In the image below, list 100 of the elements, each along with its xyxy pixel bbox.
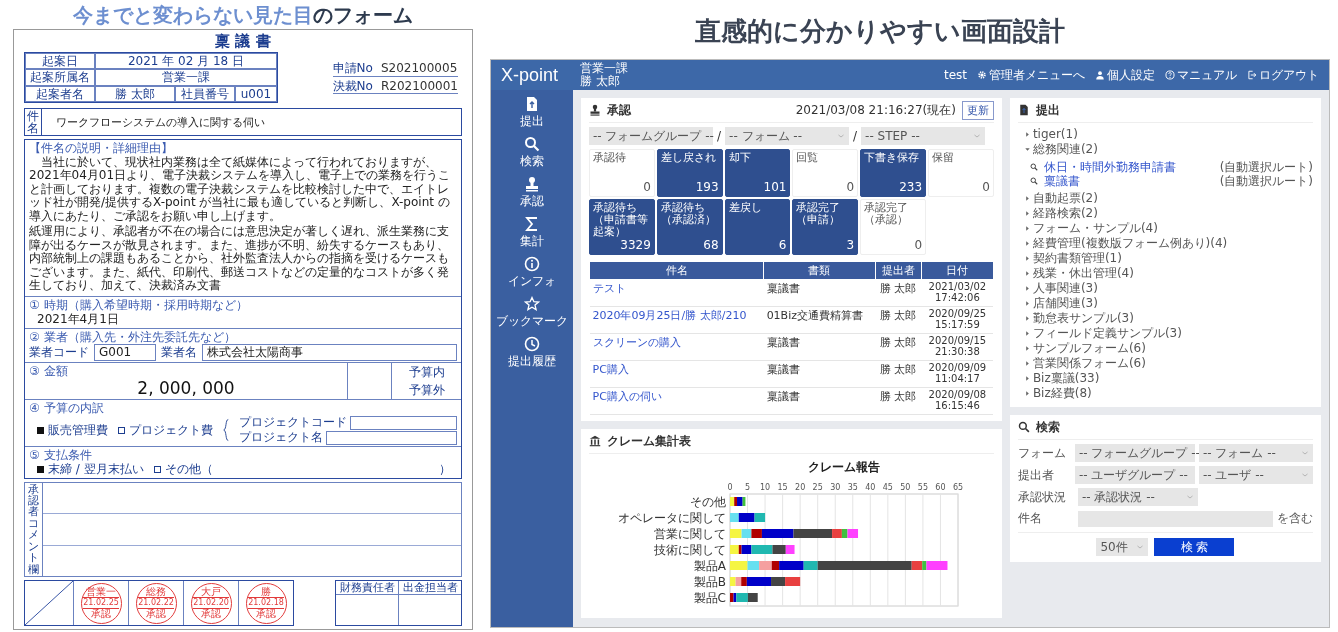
- dropdown[interactable]: -- 承認状況 --: [1077, 488, 1198, 506]
- dropdown[interactable]: -- STEP --: [861, 127, 986, 145]
- field-label: プロジェクトコード: [239, 415, 347, 430]
- dropdown[interactable]: -- フォーム --: [725, 127, 850, 145]
- axis-label: 製品C: [694, 591, 727, 606]
- tick-label: 5: [745, 483, 751, 493]
- budget-label: 予算内: [408, 364, 445, 379]
- option-label: プロジェクト費: [129, 423, 213, 438]
- column-header: 日付: [921, 261, 994, 280]
- tree-item[interactable]: 残業・休出管理(4): [1023, 266, 1134, 281]
- tree-item[interactable]: フォーム・サンプル(4): [1023, 221, 1158, 236]
- table-cell: 2020/09/08 16:15:46: [921, 387, 994, 415]
- form-link[interactable]: 休日・時間外勤務申請書: [1043, 160, 1176, 174]
- status-tile[interactable]: 承認完了（申請） 3: [792, 199, 859, 256]
- panel-title: 提出: [1035, 101, 1060, 119]
- headline: 今までと変わらない見た目のフォーム: [73, 2, 413, 28]
- document-link[interactable]: スクリーンの購入: [592, 336, 681, 350]
- stamp-icon: [589, 104, 601, 116]
- table-cell: 01Biz交通費精算書: [763, 306, 876, 334]
- dropdown[interactable]: -- フォームグループ --: [589, 127, 713, 145]
- option-label: 末締 / 翌月末払い: [48, 462, 144, 477]
- tree-item[interactable]: 経費管理(複数版フォーム例あり)(4): [1023, 236, 1228, 251]
- stamp-icon: [524, 176, 540, 192]
- header-link[interactable]: 管理者メニューへ: [977, 66, 1085, 84]
- table-cell: 勝 太郎: [875, 306, 922, 334]
- tree-item[interactable]: Biz経費(8): [1023, 386, 1092, 401]
- section-label: ③ 金額: [29, 363, 69, 378]
- paragraph: 当社に於いて、現状社内業務は全て紙媒体によって行われておりますが、2021年04月01日より、電子決裁システムを導入し、電子上での業務を行うこと計画しております。複数の電子決裁システムを比較検討した中で、エイトレッド社が開発/提供するX-point が当社に最も適していると判断し、X-point の導入にあたり、ご承認をお願い申し上げます。: [29, 155, 452, 224]
- status-tile[interactable]: 却下 101: [724, 149, 791, 197]
- tree-item[interactable]: 自動起票(2): [1023, 191, 1098, 206]
- sidebar-item[interactable]: ブックマーク: [496, 296, 568, 330]
- bank-icon: [589, 435, 601, 448]
- tree-item[interactable]: フィールド定義サンプル(3): [1023, 326, 1182, 341]
- sidebar-item[interactable]: 提出: [520, 96, 544, 130]
- tick-label: 20: [795, 483, 806, 493]
- tick-label: 60: [935, 483, 946, 493]
- dropdown[interactable]: -- ユーザグループ --: [1074, 466, 1195, 484]
- table-cell: 稟議書: [763, 333, 876, 361]
- document-icon: [524, 96, 540, 112]
- form-link[interactable]: 稟議書: [1043, 174, 1080, 188]
- dropdown[interactable]: -- フォーム --: [1198, 444, 1313, 462]
- table-cell: 勝 太郎: [875, 279, 922, 307]
- tree-item[interactable]: Biz稟議(33): [1023, 371, 1100, 386]
- table-cell: 勝 太郎: [875, 360, 922, 388]
- field-value: 2021 年 02 月 18 日: [95, 53, 277, 70]
- option-label: 販売管理費: [48, 423, 108, 438]
- chevron-down-icon: [973, 132, 982, 140]
- status-tile[interactable]: 承認完了（承認） 0: [860, 199, 927, 256]
- sidebar-item[interactable]: 提出履歴: [508, 336, 556, 370]
- tree-item[interactable]: 勤怠表サンプル(3): [1023, 311, 1134, 326]
- bar-segment: [742, 529, 752, 539]
- status-tile[interactable]: 承認待ち（承認済） 68: [656, 199, 723, 256]
- field-value: 勝 太郎: [95, 85, 175, 103]
- header-link[interactable]: 個人設定: [1095, 66, 1155, 84]
- logo[interactable]: X-point: [501, 64, 559, 86]
- axis-label: 製品B: [694, 575, 727, 590]
- tree-item[interactable]: サンプルフォーム(6): [1023, 341, 1146, 356]
- field-label: プロジェクト名: [239, 430, 323, 445]
- dropdown[interactable]: 50件: [1096, 538, 1149, 556]
- budget-label: 予算外: [408, 383, 445, 398]
- document-link[interactable]: 2020年09月25日/勝 太郎/210: [592, 309, 747, 323]
- status-tile[interactable]: 回覧 0: [792, 149, 859, 197]
- column-header: 件名: [589, 261, 764, 280]
- refresh-button[interactable]: 更新: [961, 100, 994, 120]
- search-button[interactable]: 検 索: [1154, 538, 1235, 556]
- chart-title: クレーム報告: [808, 460, 881, 475]
- sidebar-item[interactable]: 検索: [520, 136, 544, 170]
- header-link[interactable]: test: [943, 66, 967, 84]
- sidebar-item[interactable]: 承認: [520, 176, 544, 210]
- star-icon: [524, 296, 540, 312]
- document-link[interactable]: PC購入: [592, 363, 629, 377]
- separator: /: [717, 129, 722, 143]
- status-tile[interactable]: 下書き保存 233: [860, 149, 927, 197]
- document-link[interactable]: テスト: [592, 282, 626, 296]
- brace-icon: [223, 417, 229, 444]
- status-tile[interactable]: 差し戻され 193: [656, 149, 723, 197]
- tree-item[interactable]: tiger(1): [1023, 127, 1078, 142]
- sidebar-item[interactable]: インフォ: [508, 256, 556, 290]
- tree-item[interactable]: 総務関連(2): [1023, 142, 1098, 157]
- header-link[interactable]: ログアウト: [1247, 66, 1319, 84]
- tick-label: 50: [900, 483, 911, 493]
- tree-item[interactable]: 経路検索(2): [1023, 206, 1098, 221]
- dropdown[interactable]: -- ユーザ --: [1198, 466, 1313, 484]
- axis-label: 製品A: [694, 559, 727, 574]
- status-tile[interactable]: 承認待ち（申請書等起案） 3329: [589, 199, 655, 256]
- axis-label: オペレータに関して: [618, 511, 727, 526]
- text-field[interactable]: [1077, 510, 1273, 527]
- tree-item[interactable]: 店舗関連(3): [1023, 296, 1098, 311]
- status-tile[interactable]: 承認待 0: [589, 149, 655, 197]
- status-tile[interactable]: 差戻し 6: [724, 199, 791, 256]
- document-link[interactable]: PC購入の伺い: [592, 390, 662, 404]
- sidebar-item[interactable]: 集計: [520, 216, 544, 250]
- chevron-down-icon: [1185, 493, 1194, 501]
- tree-item[interactable]: 営業関係フォーム(6): [1023, 356, 1146, 371]
- table-cell: 2021/03/02 17:42:06: [921, 279, 994, 307]
- header-link[interactable]: マニュアル: [1165, 66, 1237, 84]
- user-department: 営業一課: [580, 61, 629, 75]
- tree-item[interactable]: 人事関連(3): [1023, 281, 1098, 296]
- tree-item[interactable]: 契約書類管理(1): [1023, 251, 1122, 266]
- status-tile[interactable]: 保留 0: [928, 149, 994, 197]
